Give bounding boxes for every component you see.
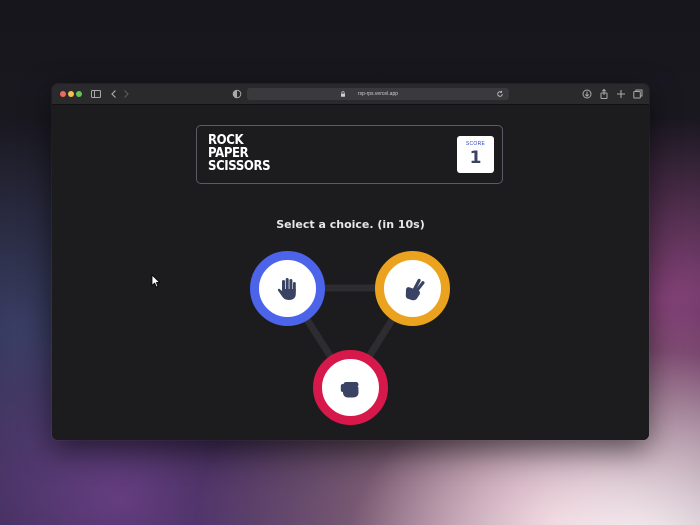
zoom-window-button[interactable] xyxy=(76,91,82,97)
close-window-button[interactable] xyxy=(60,91,66,97)
scissors-choice-button[interactable] xyxy=(375,251,450,326)
paper-choice-button[interactable] xyxy=(250,251,325,326)
open-hand-icon xyxy=(277,277,296,300)
page-content: ROCK PAPER SCISSORS SCORE 1 Select a cho… xyxy=(52,105,649,440)
rock-choice-button[interactable] xyxy=(313,350,388,425)
forward-icon[interactable] xyxy=(120,88,132,100)
browser-window: rsp-rps.vercel.app ROCK PAPER SCISSORS S… xyxy=(52,84,649,440)
privacy-shield-icon[interactable] xyxy=(231,88,243,100)
back-icon[interactable] xyxy=(108,88,120,100)
address-bar[interactable]: rsp-rps.vercel.app xyxy=(247,88,509,100)
sidebar-icon[interactable] xyxy=(90,88,102,100)
minimize-window-button[interactable] xyxy=(68,91,74,97)
peace-hand-icon xyxy=(405,278,425,300)
fist-icon xyxy=(340,381,358,397)
reload-icon[interactable] xyxy=(496,90,504,98)
download-icon[interactable] xyxy=(581,88,593,100)
url-text: rsp-rps.vercel.app xyxy=(357,91,398,97)
tab-overview-icon[interactable] xyxy=(632,88,644,100)
share-icon[interactable] xyxy=(598,88,610,100)
mouse-pointer xyxy=(151,274,161,288)
browser-toolbar: rsp-rps.vercel.app xyxy=(52,84,649,105)
new-tab-icon[interactable] xyxy=(615,88,627,100)
